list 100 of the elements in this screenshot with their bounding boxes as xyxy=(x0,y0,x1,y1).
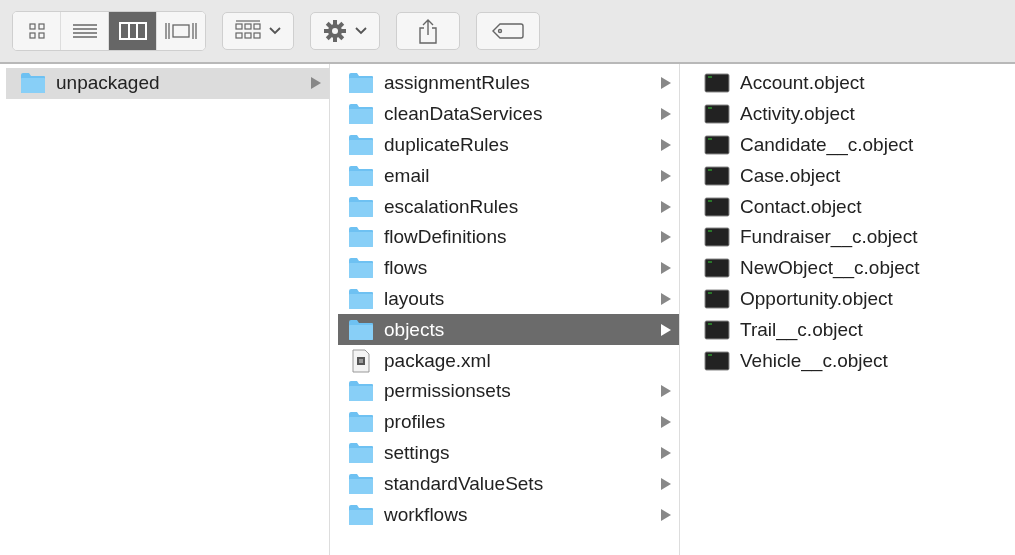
gear-icon xyxy=(323,19,347,43)
file-row[interactable]: Candidate__c.object xyxy=(694,129,1015,161)
terminal-icon xyxy=(704,287,730,310)
folder-icon xyxy=(348,441,374,464)
file-name: layouts xyxy=(384,287,446,310)
file-name: flowDefinitions xyxy=(384,226,508,249)
file-row[interactable]: workflows xyxy=(338,499,679,530)
file-row[interactable]: standardValueSets xyxy=(338,468,679,500)
folder-icon xyxy=(348,72,374,95)
file-row[interactable]: Contact.object xyxy=(694,191,1015,222)
terminal-icon xyxy=(704,318,730,341)
terminal-icon xyxy=(704,134,730,156)
file-name: Vehicle__c.object xyxy=(740,349,889,372)
group-button[interactable] xyxy=(222,12,294,50)
disclosure-arrow-icon xyxy=(311,77,321,90)
file-row[interactable]: Trail__c.object xyxy=(694,314,1015,346)
icon-grid-icon xyxy=(27,22,46,40)
folder-icon xyxy=(348,503,374,526)
view-mode-button[interactable] xyxy=(13,12,61,50)
folder-icon xyxy=(348,164,374,187)
terminal-icon xyxy=(704,164,730,187)
share-button[interactable] xyxy=(396,12,460,50)
share-icon xyxy=(417,18,439,44)
file-row[interactable]: Activity.object xyxy=(694,98,1015,130)
terminal-icon xyxy=(704,257,730,280)
file-row[interactable]: permissionsets xyxy=(338,375,679,407)
file-row[interactable]: Case.object xyxy=(694,160,1015,192)
file-name: Contact.object xyxy=(740,195,863,218)
action-button[interactable] xyxy=(310,12,380,50)
file-name: email xyxy=(384,164,431,187)
columns-icon xyxy=(118,22,147,40)
file-row[interactable]: unpackaged xyxy=(6,68,329,99)
file-row[interactable]: Account.object xyxy=(694,68,1015,99)
folder-icon xyxy=(348,103,374,126)
file-name: package.xml xyxy=(384,349,492,372)
chevron-down-icon xyxy=(269,27,281,35)
disclosure-arrow-icon xyxy=(661,200,671,213)
disclosure-arrow-icon xyxy=(661,416,671,429)
file-row[interactable]: Opportunity.object xyxy=(694,283,1015,315)
file-name: unpackaged xyxy=(56,72,161,95)
chevron-down-icon xyxy=(355,27,367,35)
file-name: Fundraiser__c.object xyxy=(740,226,919,249)
disclosure-arrow-icon xyxy=(661,231,671,244)
gallery-icon xyxy=(165,22,197,40)
terminal-icon xyxy=(704,349,730,372)
disclosure-arrow-icon xyxy=(661,77,671,90)
file-row[interactable]: cleanDataServices xyxy=(338,98,679,130)
file-name: profiles xyxy=(384,411,447,434)
file-row[interactable]: flowDefinitions xyxy=(338,222,679,253)
file-name: settings xyxy=(384,441,451,464)
file-name: assignmentRules xyxy=(384,72,531,95)
tag-button[interactable] xyxy=(476,12,540,50)
file-name: cleanDataServices xyxy=(384,103,544,126)
file-name: Trail__c.object xyxy=(740,318,864,341)
disclosure-arrow-icon xyxy=(661,323,671,336)
disclosure-arrow-icon xyxy=(661,108,671,121)
disclosure-arrow-icon xyxy=(661,262,671,275)
file-row[interactable]: duplicateRules xyxy=(338,129,679,161)
file-name: NewObject__c.object xyxy=(740,257,921,280)
file-name: duplicateRules xyxy=(384,134,510,156)
file-row[interactable]: settings xyxy=(338,437,679,469)
folder-icon xyxy=(348,287,374,310)
file-row[interactable]: Fundraiser__c.object xyxy=(694,222,1015,253)
file-name: standardValueSets xyxy=(384,472,545,495)
list-icon xyxy=(72,23,97,39)
file-name: workflows xyxy=(384,503,469,526)
file-row[interactable]: layouts xyxy=(338,283,679,315)
file-row[interactable]: objects xyxy=(338,314,679,346)
folder-icon xyxy=(348,226,374,249)
file-row[interactable]: NewObject__c.object xyxy=(694,252,1015,284)
file-name: flows xyxy=(384,257,429,280)
folder-icon xyxy=(348,318,374,341)
file-row[interactable]: profiles xyxy=(338,406,679,438)
file-row[interactable]: Vehicle__c.object xyxy=(694,345,1015,376)
file-name: objects xyxy=(384,318,446,341)
disclosure-arrow-icon xyxy=(661,508,671,521)
disclosure-arrow-icon xyxy=(661,292,671,305)
tag-icon xyxy=(492,22,524,40)
file-name: permissionsets xyxy=(384,380,512,403)
file-row[interactable]: escalationRules xyxy=(338,191,679,222)
group-icon xyxy=(235,20,261,42)
folder-icon xyxy=(348,411,374,434)
terminal-icon xyxy=(704,226,730,249)
file-name: Activity.object xyxy=(740,103,856,126)
file-row[interactable]: assignmentRules xyxy=(338,68,679,99)
view-mode-button[interactable] xyxy=(109,12,157,50)
file-name: Opportunity.object xyxy=(740,287,894,310)
disclosure-arrow-icon xyxy=(661,385,671,398)
folder-icon xyxy=(348,134,374,156)
disclosure-arrow-icon xyxy=(661,446,671,459)
file-row[interactable]: package.xml xyxy=(338,345,679,376)
file-name: escalationRules xyxy=(384,195,520,218)
disclosure-arrow-icon xyxy=(661,477,671,490)
file-row[interactable]: flows xyxy=(338,252,679,284)
folder-icon xyxy=(348,380,374,403)
folder-icon xyxy=(20,72,46,95)
folder-icon xyxy=(348,195,374,218)
file-row[interactable]: email xyxy=(338,160,679,192)
file-name: Case.object xyxy=(740,164,842,187)
terminal-icon xyxy=(704,103,730,126)
